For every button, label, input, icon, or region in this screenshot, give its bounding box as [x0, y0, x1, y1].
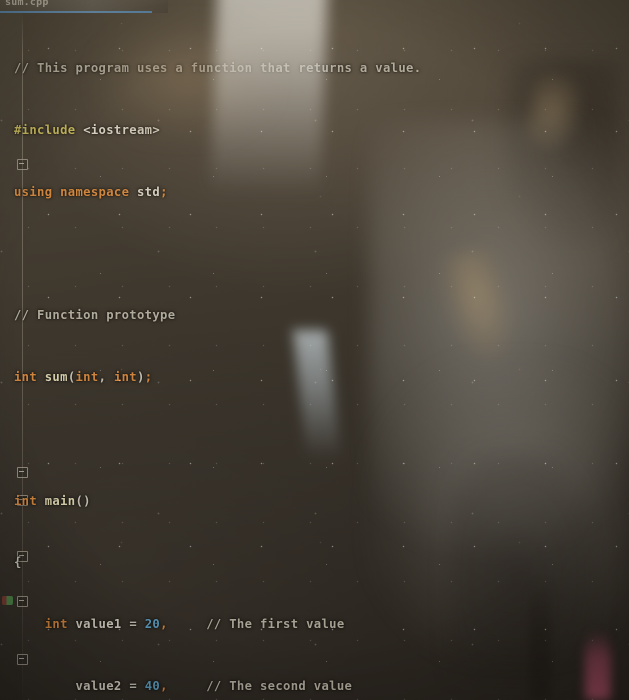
- screenshot-root: sum.cpp // This program uses a function …: [0, 0, 629, 700]
- code-line-2: #include <iostream>: [14, 120, 614, 141]
- brace-open-main: {: [14, 555, 22, 570]
- code-line-9: {: [14, 552, 614, 573]
- change-bar-marker: [2, 596, 13, 605]
- function-sum-name: sum: [44, 370, 68, 385]
- comment-first-value: // The first value: [206, 617, 345, 632]
- code-line-8: int main(): [14, 491, 614, 512]
- semicolon: ;: [144, 370, 153, 385]
- editor-tab[interactable]: sum.cpp: [0, 0, 168, 13]
- comment-second-value: // The second value: [206, 679, 353, 693]
- code-line-10: int value1 = 20, // The first value: [14, 614, 614, 635]
- type-int-decl: int: [44, 617, 68, 632]
- code-line-7-blank: [14, 429, 614, 450]
- comment-intro: // This program uses a function that ret…: [14, 61, 422, 76]
- var-value2: value2: [75, 679, 122, 693]
- comment-prototype: // Function prototype: [14, 308, 176, 323]
- comma: ,: [98, 370, 114, 385]
- var-value1: value1: [75, 617, 122, 632]
- literal-40: 40: [144, 679, 161, 693]
- code-line-11: value2 = 40, // The second value: [14, 676, 614, 697]
- comma: ,: [160, 617, 168, 632]
- code-line-6: int sum(int, int);: [14, 367, 614, 388]
- function-main-name: main: [44, 493, 76, 508]
- assign-op: =: [129, 617, 137, 632]
- paren-close: ): [137, 370, 145, 385]
- main-parens: (): [75, 493, 91, 508]
- param-type-int-1: int: [75, 370, 99, 385]
- type-int-main: int: [14, 493, 38, 508]
- paren-open: (: [67, 370, 76, 385]
- code-line-3: using namespace std;: [14, 182, 614, 203]
- std-identifier: std: [137, 184, 161, 199]
- assign-op: =: [129, 679, 137, 693]
- semicolon: ;: [160, 184, 168, 199]
- code-line-4-blank: [14, 244, 614, 265]
- literal-20: 20: [144, 617, 161, 632]
- include-header: <iostream>: [83, 122, 161, 137]
- code-editor[interactable]: // This program uses a function that ret…: [0, 13, 629, 700]
- comma: ,: [160, 679, 168, 693]
- editor-tab-label: sum.cpp: [5, 0, 49, 8]
- code-line-5: // Function prototype: [14, 305, 614, 326]
- include-directive: #include: [14, 122, 76, 137]
- code-text[interactable]: // This program uses a function that ret…: [14, 17, 614, 700]
- using-namespace-keyword: using namespace: [14, 184, 130, 199]
- code-line-1: // This program uses a function that ret…: [14, 58, 614, 79]
- type-int: int: [14, 370, 38, 385]
- param-type-int-2: int: [113, 370, 137, 385]
